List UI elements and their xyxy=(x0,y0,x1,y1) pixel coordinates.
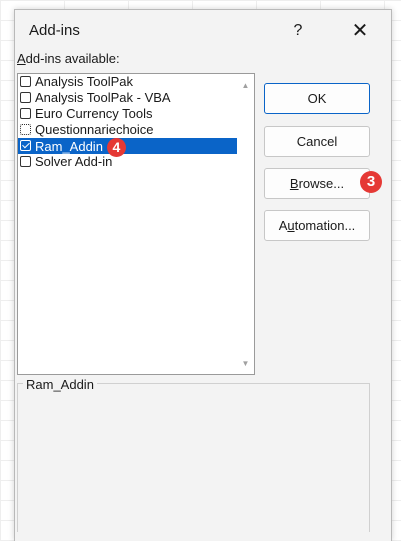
checkbox[interactable] xyxy=(20,124,31,135)
browse-button[interactable]: Browse... xyxy=(264,168,370,199)
list-item-label: Euro Currency Tools xyxy=(35,106,153,121)
ok-button[interactable]: OK xyxy=(264,83,370,114)
list-item-label: Analysis ToolPak - VBA xyxy=(35,90,171,105)
browse-accelerator: B xyxy=(289,176,299,191)
list-item-label: Solver Add-in xyxy=(35,154,113,169)
addins-list: Analysis ToolPak Analysis ToolPak - VBA … xyxy=(18,74,237,170)
cancel-button[interactable]: Cancel xyxy=(264,126,370,157)
automation-label-end: tomation... xyxy=(294,218,356,233)
list-item[interactable]: Euro Currency Tools xyxy=(18,106,237,122)
addins-listbox[interactable]: Analysis ToolPak Analysis ToolPak - VBA … xyxy=(17,73,255,375)
dialog-title: Add-ins xyxy=(29,22,80,39)
title-bar: Add-ins ? ✕ xyxy=(15,10,391,52)
addins-available-label: Add-ins available: xyxy=(17,51,120,66)
scroll-up-arrow-icon[interactable]: ▲ xyxy=(241,82,250,90)
checkbox[interactable] xyxy=(20,108,31,119)
list-item-label: Ram_Addin xyxy=(35,138,103,154)
list-item[interactable]: Analysis ToolPak - VBA xyxy=(18,90,237,106)
automation-button[interactable]: Automation... xyxy=(264,210,370,241)
checkbox-checked[interactable] xyxy=(20,140,31,151)
close-button[interactable]: ✕ xyxy=(345,16,375,46)
list-item[interactable]: Analysis ToolPak xyxy=(18,74,237,90)
addins-available-text: dd-ins available: xyxy=(25,51,120,66)
checkbox[interactable] xyxy=(20,156,31,167)
list-item-selected[interactable]: Ram_Addin 4 xyxy=(18,138,237,157)
step-badge-3: 3 xyxy=(360,171,382,193)
automation-accelerator: u xyxy=(287,218,295,233)
list-item[interactable]: Questionnariechoice xyxy=(18,122,237,138)
description-group xyxy=(17,383,370,532)
list-item-label: Questionnariechoice xyxy=(35,122,154,137)
list-item[interactable]: Solver Add-in xyxy=(18,154,237,170)
checkbox[interactable] xyxy=(20,76,31,87)
listbox-scrollbar[interactable]: ▲ ▼ xyxy=(237,74,254,374)
checkbox[interactable] xyxy=(20,92,31,103)
description-title: Ram_Addin xyxy=(23,377,97,392)
list-item-label: Analysis ToolPak xyxy=(35,74,134,89)
help-button[interactable]: ? xyxy=(283,16,313,46)
scroll-down-arrow-icon[interactable]: ▼ xyxy=(241,360,250,368)
accelerator-a: A xyxy=(17,51,26,66)
browse-label: rowse... xyxy=(298,176,345,191)
